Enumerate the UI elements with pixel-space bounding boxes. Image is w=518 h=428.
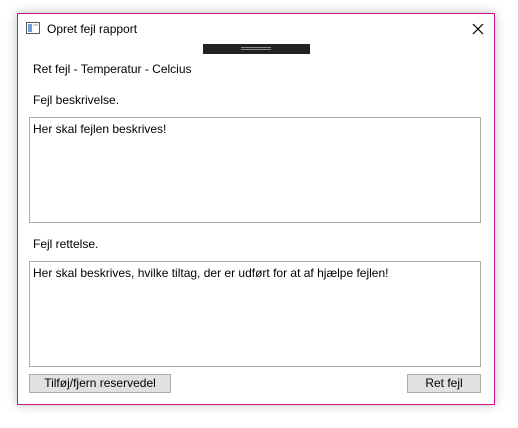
fix-error-button[interactable]: Ret fejl: [407, 374, 481, 393]
window-title: Opret fejl rapport: [47, 22, 138, 36]
close-button[interactable]: [462, 14, 494, 44]
description-textarea[interactable]: Her skal fejlen beskrives!: [29, 117, 481, 223]
dialog-window: Opret fejl rapport Ret fejl - Temperatur…: [17, 13, 495, 405]
window-icon: [26, 22, 40, 34]
description-label: Fejl beskrivelse.: [33, 93, 120, 107]
correction-text: Her skal beskrives, hvilke tiltag, der e…: [33, 266, 389, 280]
add-remove-spare-part-button[interactable]: Tilføj/fjern reservedel: [29, 374, 171, 393]
correction-textarea[interactable]: Her skal beskrives, hvilke tiltag, der e…: [29, 261, 481, 367]
drag-handle-strip[interactable]: [203, 44, 310, 54]
grip-icon: [241, 47, 271, 50]
page-heading: Ret fejl - Temperatur - Celcius: [33, 62, 192, 76]
correction-label: Fejl rettelse.: [33, 237, 99, 251]
description-text: Her skal fejlen beskrives!: [33, 122, 167, 136]
title-bar[interactable]: Opret fejl rapport: [18, 14, 494, 44]
close-icon: [462, 23, 494, 47]
